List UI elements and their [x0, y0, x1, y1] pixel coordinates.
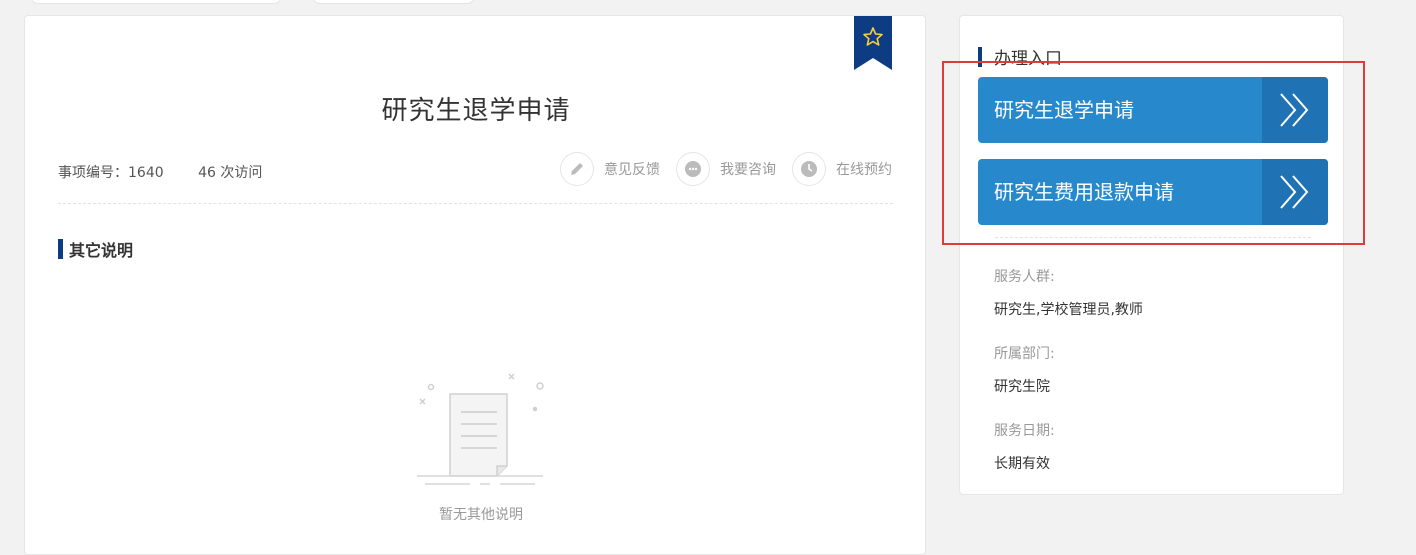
reservation-label: 在线预约	[836, 162, 892, 178]
entry-label: 研究生费用退款申请	[994, 180, 1174, 204]
divider	[58, 203, 893, 204]
meta-info: 事项编号：1640 46 次访问	[58, 162, 292, 182]
entry-button-refund[interactable]: 研究生费用退款申请	[978, 159, 1328, 225]
entry-button-withdraw[interactable]: 研究生退学申请	[978, 77, 1328, 143]
department-value: 研究生院	[994, 379, 1050, 395]
page-title: 研究生退学申请	[381, 96, 571, 126]
department-label: 所属部门:	[994, 346, 1055, 362]
action-bar: 意见反馈 我要咨询 在线预约	[544, 152, 892, 186]
main-card: 研究生退学申请 事项编号：1640 46 次访问 意见反馈 我要咨询 在线预约 …	[24, 15, 926, 555]
service-group-value: 研究生,学校管理员,教师	[994, 302, 1143, 318]
side-title: 办理入口	[994, 49, 1062, 69]
entry-label: 研究生退学申请	[994, 98, 1134, 122]
favorite-bookmark-icon[interactable]	[854, 16, 892, 70]
double-chevron-right-icon	[1262, 77, 1328, 143]
item-number: 事项编号：1640	[58, 165, 164, 181]
consult-label: 我要咨询	[720, 162, 776, 178]
reservation-button[interactable]: 在线预约	[792, 152, 892, 186]
section-bar	[58, 239, 63, 259]
empty-document-icon	[417, 373, 544, 485]
feedback-button[interactable]: 意见反馈	[560, 152, 660, 186]
side-divider	[995, 237, 1311, 238]
top-tab-1[interactable]	[30, 0, 282, 4]
feedback-label: 意见反馈	[604, 162, 660, 178]
service-group-label: 服务人群:	[994, 269, 1055, 285]
pencil-icon	[560, 152, 594, 186]
service-date-label: 服务日期:	[994, 423, 1055, 439]
top-tab-2[interactable]	[312, 0, 475, 4]
visit-count: 46 次访问	[198, 165, 263, 181]
side-panel: 办理入口 研究生退学申请 研究生费用退款申请 服务人群: 研究生,学校管理员,教…	[959, 15, 1344, 495]
section-header: 其它说明	[58, 237, 133, 261]
side-header: 办理入口	[978, 44, 1062, 69]
consult-button[interactable]: 我要咨询	[676, 152, 776, 186]
section-title: 其它说明	[69, 241, 134, 260]
empty-message: 暂无其他说明	[439, 507, 523, 523]
double-chevron-right-icon	[1262, 159, 1328, 225]
clock-icon	[792, 152, 826, 186]
service-date-value: 长期有效	[994, 456, 1050, 472]
side-header-bar	[978, 46, 982, 67]
chat-icon	[676, 152, 710, 186]
